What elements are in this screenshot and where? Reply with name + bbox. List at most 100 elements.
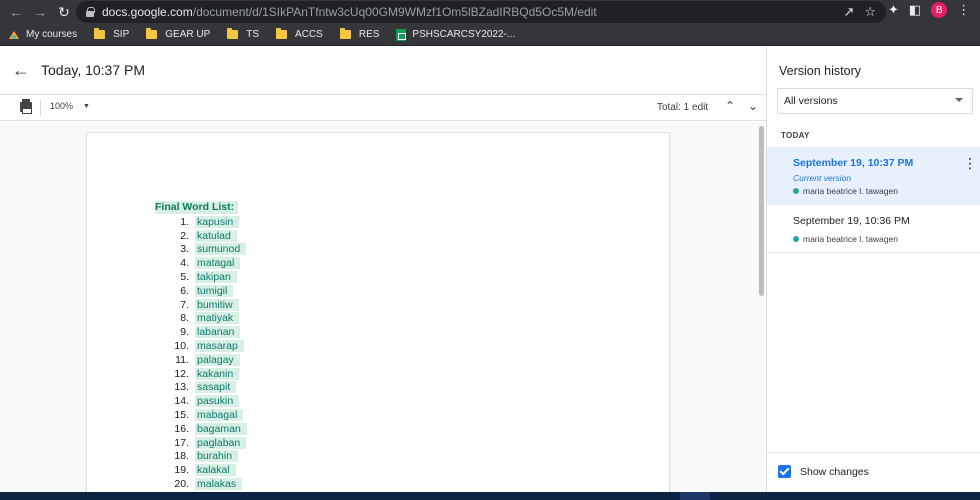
more-actions-icon[interactable]: ⋮ (963, 156, 977, 170)
list-number: 17. (174, 436, 189, 449)
bookmark-label: PSHSCARCSY2022-... (412, 29, 516, 40)
list-number: 7. (180, 298, 189, 311)
folder-icon (276, 28, 288, 39)
author-name: maria beatrice l. tawagen (803, 234, 898, 244)
list-number: 10. (174, 340, 189, 353)
list-word: matiyak (195, 312, 240, 325)
list-item: 16. bagaman (169, 422, 247, 436)
bookmark-label: TS (246, 29, 260, 40)
list-word: palagay (195, 353, 240, 366)
list-item: 7. bumitiw (169, 298, 247, 312)
show-changes-checkbox[interactable] (778, 465, 791, 478)
list-word: takipan (195, 271, 237, 284)
list-item: 11. palagay (169, 353, 247, 367)
zoom-select[interactable]: 100% ▼ (50, 101, 90, 111)
address-bar[interactable]: docs.google.com/document/d/1SIkPAnTfntw3… (76, 1, 886, 23)
list-word: masarap (195, 340, 244, 353)
panel-footer: Show changes (767, 452, 980, 492)
dropdown-caret-icon (955, 98, 963, 102)
list-item: 19. kalakal (169, 463, 247, 477)
list-item: 17. paglaban (169, 436, 247, 450)
previous-edit-icon[interactable]: ⌃ (725, 99, 735, 113)
share-icon[interactable]: ↗ (843, 4, 854, 20)
extensions-puzzle-icon[interactable]: ✦ (888, 2, 899, 18)
bookmark-star-icon[interactable]: ☆ (864, 4, 876, 20)
list-number: 12. (174, 367, 189, 380)
list-word: kakanin (195, 367, 240, 380)
version-date: September 19, 10:36 PM (793, 215, 910, 227)
sheets-icon (396, 28, 407, 41)
profile-avatar[interactable]: B (931, 2, 948, 18)
extension-area: ✦ ◧ B ⋮ (888, 2, 970, 18)
url-text: docs.google.com/document/d/1SIkPAnTfntw3… (102, 5, 597, 19)
list-word: matagal (195, 257, 241, 270)
toolbar-divider (40, 100, 41, 116)
list-item: 12. kakanin (169, 367, 247, 381)
list-word: paglaban (195, 436, 247, 449)
list-item: 4. matagal (169, 256, 247, 270)
reload-icon[interactable]: ↻ (52, 0, 76, 24)
side-panel-icon[interactable]: ◧ (909, 2, 921, 18)
os-taskbar (0, 492, 980, 500)
back-icon[interactable]: ← (4, 0, 28, 24)
folder-icon (227, 28, 239, 39)
bookmark-sip[interactable]: SIP (94, 28, 130, 40)
list-number: 11. (175, 353, 189, 366)
bookmark-accs[interactable]: ACCS (276, 28, 323, 40)
bookmark-res[interactable]: RES (339, 28, 379, 40)
next-edit-icon[interactable]: ⌄ (748, 99, 758, 113)
bookmark-ts[interactable]: TS (227, 28, 260, 40)
list-item: 2. katulad (169, 229, 247, 243)
version-author: maria beatrice l. tawagen (793, 186, 898, 196)
word-list: 1. kapusin 2. katulad 3. sumunod 4. matagal 5. ta… (169, 215, 247, 491)
version-item-current[interactable]: September 19, 10:37 PM Current version m… (767, 147, 980, 205)
list-number: 4. (180, 257, 189, 270)
moodle-icon (9, 30, 19, 39)
list-number: 18. (174, 450, 189, 463)
list-number: 20. (174, 478, 189, 491)
list-number: 6. (180, 284, 189, 297)
bookmark-label: ACCS (295, 29, 323, 40)
list-item: 10. masarap (169, 339, 247, 353)
list-number: 9. (180, 326, 189, 339)
bookmark-gear-up[interactable]: GEAR UP (146, 28, 211, 40)
taskbar-item[interactable] (680, 492, 710, 500)
chevron-down-icon: ▼ (83, 102, 90, 110)
list-number: 14. (174, 395, 189, 408)
author-color-dot (793, 236, 799, 242)
bookmark-label: My courses (26, 29, 78, 40)
bookmark-label: SIP (113, 29, 130, 40)
list-item: 14. pasukin (169, 394, 247, 408)
page-title: Today, 10:37 PM (41, 62, 146, 78)
version-filter-select[interactable]: All versions (777, 88, 973, 114)
document-canvas: Final Word List: 1. kapusin 2. katulad 3. sum… (0, 122, 766, 492)
forward-icon[interactable]: → (28, 0, 52, 24)
author-color-dot (793, 188, 799, 194)
list-word: burahin (195, 450, 239, 463)
list-heading: Final Word List: (155, 201, 239, 214)
browser-menu-icon[interactable]: ⋮ (957, 2, 970, 18)
list-number: 8. (180, 312, 189, 325)
bookmarks-bar: My courses SIP GEAR UP TS ACCS RES PSHSC… (0, 24, 980, 46)
list-item: 3. sumunod (169, 243, 247, 257)
bookmark-my-courses[interactable]: My courses (8, 29, 77, 41)
bookmark-pshscarcsy[interactable]: PSHSCARCSY2022-... (396, 28, 516, 41)
list-number: 13. (174, 381, 189, 394)
total-edits-label: Total: 1 edit (657, 102, 709, 113)
list-word: tumigil (195, 284, 234, 297)
version-item[interactable]: September 19, 10:36 PM maria beatrice l.… (767, 205, 980, 253)
list-item: 6. tumigil (169, 284, 247, 298)
panel-title: Version history (779, 64, 861, 78)
folder-icon (146, 28, 158, 39)
list-word: pasukin (195, 395, 240, 408)
document-scrollbar[interactable] (759, 126, 764, 296)
version-header: ← Today, 10:37 PM (0, 47, 766, 95)
bookmark-label: GEAR UP (165, 29, 211, 40)
list-item: 1. kapusin (169, 215, 247, 229)
list-word: labanan (195, 326, 241, 339)
print-icon[interactable] (20, 99, 32, 114)
list-word: sasapit (195, 381, 237, 394)
back-arrow-icon[interactable]: ← (12, 60, 30, 81)
show-changes-label[interactable]: Show changes (800, 466, 869, 478)
list-number: 15. (174, 409, 189, 422)
